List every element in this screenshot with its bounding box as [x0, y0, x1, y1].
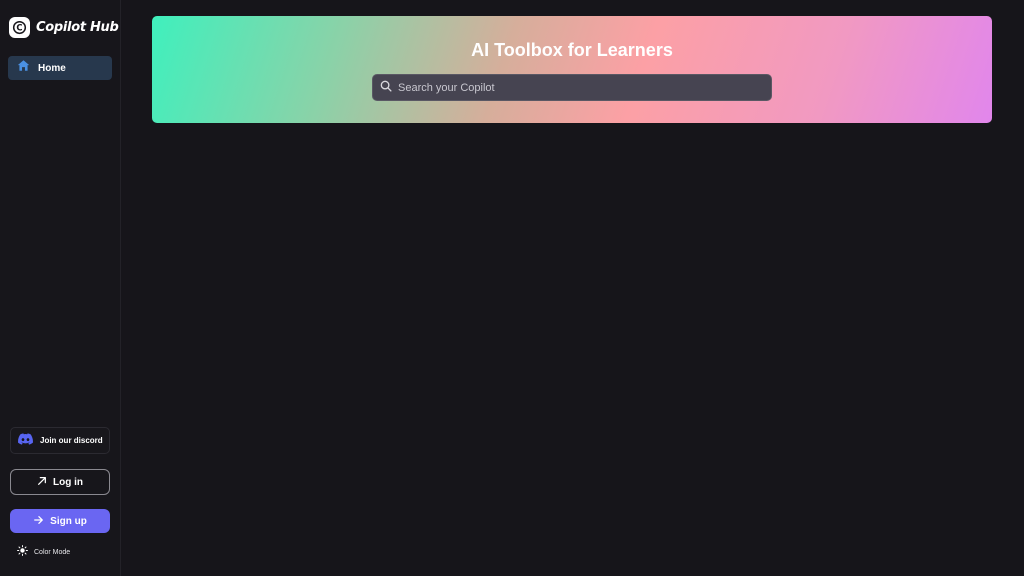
app: C Copilot Hub Home Join our discord Log … — [0, 0, 1024, 576]
search-input[interactable] — [398, 81, 771, 94]
discord-icon — [18, 432, 33, 450]
color-mode-toggle[interactable]: Color Mode — [17, 545, 70, 559]
sun-icon — [17, 543, 28, 561]
search-icon — [380, 79, 392, 97]
brand-name: Copilot Hub — [36, 19, 119, 35]
join-discord-label: Join our discord — [40, 436, 103, 445]
login-label: Log in — [53, 476, 83, 488]
sidebar-item-label: Home — [38, 62, 66, 74]
signup-button[interactable]: Sign up — [10, 509, 110, 533]
page-title: AI Toolbox for Learners — [471, 40, 673, 60]
join-discord-button[interactable]: Join our discord — [10, 427, 110, 454]
home-icon — [17, 59, 30, 77]
svg-text:C: C — [16, 22, 22, 32]
login-button[interactable]: Log in — [10, 469, 110, 495]
copilot-hub-logo-icon: C — [9, 16, 30, 38]
arrow-right-icon — [33, 512, 44, 530]
signup-label: Sign up — [50, 515, 87, 527]
search-bar[interactable] — [372, 74, 772, 101]
color-mode-label: Color Mode — [34, 548, 71, 556]
brand[interactable]: C Copilot Hub — [9, 16, 119, 38]
hero-banner: AI Toolbox for Learners — [152, 16, 992, 123]
arrow-up-right-icon — [37, 473, 47, 491]
sidebar: C Copilot Hub Home Join our discord Log … — [0, 0, 121, 576]
sidebar-item-home[interactable]: Home — [8, 56, 112, 80]
